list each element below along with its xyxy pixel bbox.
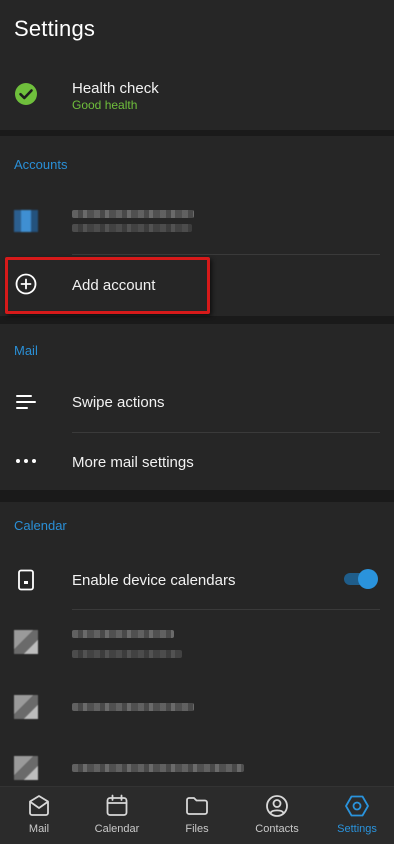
contact-icon: [266, 795, 288, 817]
calendar-section-header: Calendar: [14, 518, 67, 533]
calendar-row[interactable]: [0, 678, 394, 736]
swipe-lines-icon: [12, 388, 40, 416]
nav-calendar[interactable]: Calendar: [78, 787, 156, 844]
calendar-detail-blurred: [72, 650, 182, 658]
account-detail-blurred: [72, 224, 192, 232]
nav-files[interactable]: Files: [158, 787, 236, 844]
calendar-name-blurred: [72, 703, 194, 711]
add-circle-icon: [12, 270, 40, 298]
add-account-label: Add account: [72, 277, 156, 294]
more-mail-settings-row[interactable]: More mail settings: [0, 432, 394, 490]
accounts-section-header: Accounts: [14, 157, 68, 172]
page-title: Settings: [14, 16, 96, 41]
calendar-name-blurred: [72, 630, 174, 638]
more-dots-icon: [12, 447, 40, 475]
phone-device-icon: [12, 566, 40, 594]
enable-device-calendars-toggle[interactable]: [342, 568, 378, 590]
account-email-blurred: [72, 210, 194, 218]
accounts-card: Accounts Add account: [0, 136, 394, 316]
folder-icon: [186, 797, 208, 815]
nav-mail-label: Mail: [28, 823, 50, 835]
nav-contacts[interactable]: Contacts: [238, 787, 316, 844]
toggle-knob: [358, 569, 378, 589]
mail-icon: [29, 795, 49, 816]
divider: [72, 254, 380, 255]
swipe-actions-label: Swipe actions: [72, 394, 165, 411]
calendar-color-icon-blurred: [14, 630, 38, 654]
nav-settings[interactable]: Settings: [318, 787, 394, 844]
calendar-color-icon-blurred: [14, 756, 38, 780]
health-card: Health check Good health: [0, 56, 394, 130]
calendar-row[interactable]: [0, 610, 394, 674]
calendar-icon: [106, 794, 128, 816]
check-circle-icon: [12, 80, 40, 108]
nav-contacts-label: Contacts: [255, 823, 299, 835]
health-check-title: Health check: [72, 80, 159, 97]
nav-files-label: Files: [185, 823, 209, 835]
health-check-row[interactable]: Health check Good health: [0, 56, 394, 130]
calendar-color-icon-blurred: [14, 695, 38, 719]
swipe-actions-row[interactable]: Swipe actions: [0, 372, 394, 432]
account-avatar: [14, 210, 38, 232]
calendar-name-blurred: [72, 764, 244, 772]
settings-icon: [345, 795, 369, 817]
mail-section-header: Mail: [14, 343, 38, 358]
mail-card: Mail Swipe actions More mail settings: [0, 324, 394, 490]
nav-calendar-label: Calendar: [94, 823, 140, 835]
account-row[interactable]: [0, 194, 394, 254]
enable-device-calendars-label: Enable device calendars: [72, 572, 236, 589]
health-status-text: Good health: [72, 98, 138, 112]
nav-settings-label: Settings: [337, 823, 377, 835]
enable-device-calendars-row[interactable]: Enable device calendars: [0, 548, 394, 610]
more-mail-settings-label: More mail settings: [72, 454, 194, 471]
app-header: Settings: [0, 0, 394, 56]
add-account-row[interactable]: Add account: [0, 256, 394, 314]
bottom-navigation: Mail Calendar Files Contacts Settings: [0, 786, 394, 844]
nav-mail[interactable]: Mail: [0, 787, 78, 844]
calendar-card: Calendar Enable device calendars: [0, 502, 394, 786]
calendar-row[interactable]: [0, 738, 394, 786]
